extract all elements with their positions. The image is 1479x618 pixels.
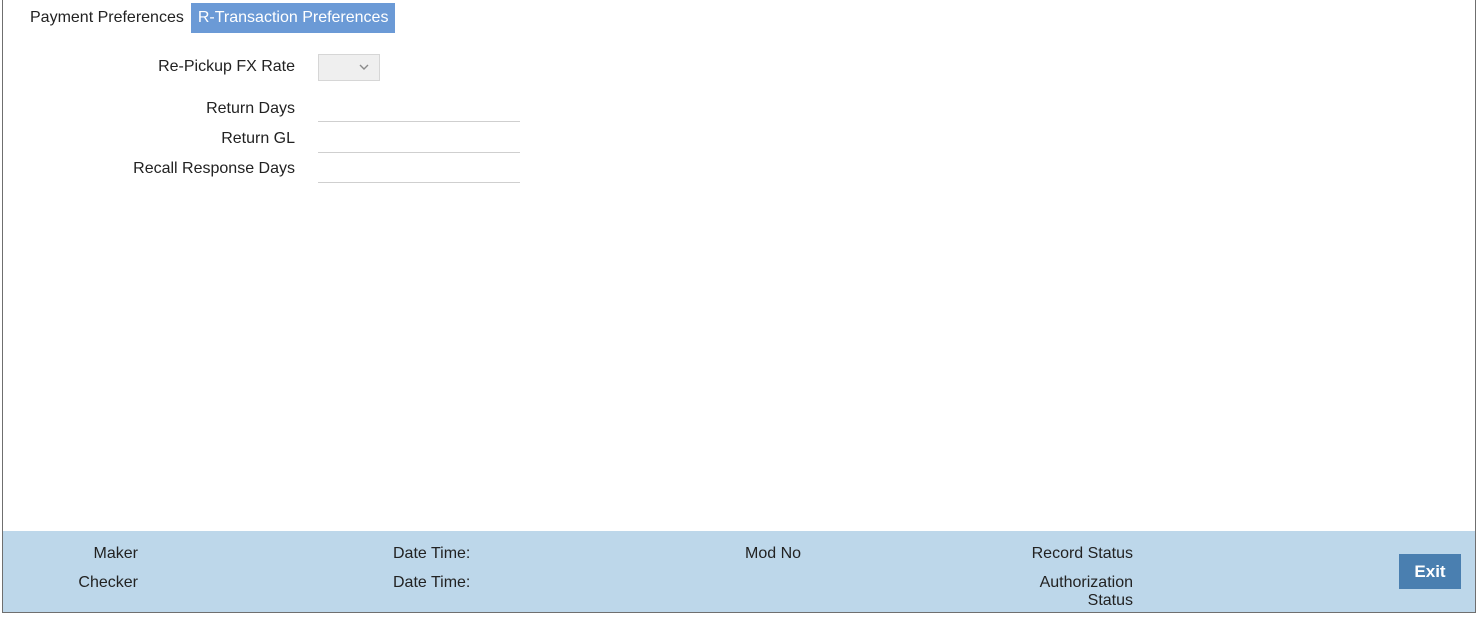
recall-response-days-input[interactable]	[318, 155, 520, 183]
repickup-fx-rate-label: Re-Pickup FX Rate	[158, 58, 295, 75]
authorization-status-label-line2: Status	[1087, 592, 1133, 609]
tab-payment-preferences[interactable]: Payment Preferences	[23, 3, 191, 33]
authorization-status-label-line1: Authorization	[1039, 574, 1133, 591]
exit-button[interactable]: Exit	[1399, 554, 1461, 589]
checker-label: Checker	[78, 574, 138, 591]
chevron-down-icon	[359, 64, 369, 70]
record-status-label: Record Status	[1031, 545, 1133, 562]
repickup-fx-rate-select[interactable]	[318, 54, 380, 81]
tab-bar: Payment Preferences R-Transaction Prefer…	[23, 3, 396, 33]
return-gl-input[interactable]	[318, 125, 520, 153]
maker-date-time-label: Date Time:	[393, 545, 471, 562]
return-gl-label: Return GL	[221, 130, 295, 147]
form-window: Payment Preferences R-Transaction Prefer…	[2, 0, 1476, 613]
tab-r-transaction-preferences[interactable]: R-Transaction Preferences	[190, 3, 396, 33]
mod-no-label: Mod No	[745, 545, 802, 562]
recall-response-days-label: Recall Response Days	[133, 160, 295, 177]
return-days-input[interactable]	[318, 94, 520, 122]
audit-footer: Maker Checker Date Time: Date Time: Mod …	[3, 531, 1475, 612]
checker-date-time-label: Date Time:	[393, 574, 471, 591]
maker-label: Maker	[93, 545, 138, 562]
return-days-label: Return Days	[206, 100, 295, 117]
